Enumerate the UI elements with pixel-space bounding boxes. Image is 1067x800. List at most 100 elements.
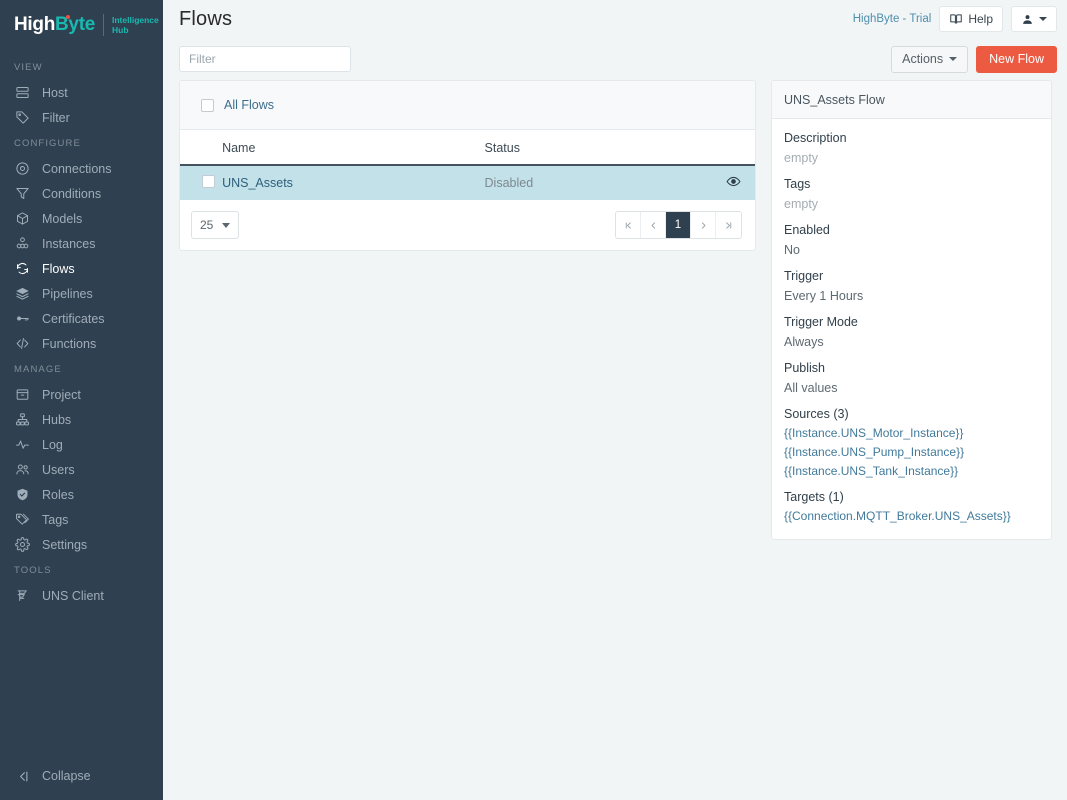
page-title: Flows xyxy=(179,7,233,30)
row-checkbox[interactable] xyxy=(202,175,215,188)
cube-icon xyxy=(12,211,32,227)
row-status-cell: Disabled xyxy=(485,165,715,200)
sidebar-section-manage: MANAGE xyxy=(14,364,62,375)
sidebar-item-host[interactable]: Host xyxy=(0,80,163,105)
sidebar-item-label: Conditions xyxy=(42,186,102,201)
header-checkbox-cell xyxy=(180,130,223,166)
refresh-icon xyxy=(12,261,32,277)
sidebar-section-configure: CONFIGURE xyxy=(14,138,81,149)
sources-label: Sources (3) xyxy=(784,407,849,421)
source-link[interactable]: {{Instance.UNS_Tank_Instance}} xyxy=(784,464,1039,478)
main-area: Flows HighByte - Trial Help Filter Actio… xyxy=(163,0,1067,800)
users-icon xyxy=(12,462,32,478)
detail-value: Always xyxy=(784,335,824,349)
source-link[interactable]: {{Instance.UNS_Pump_Instance}} xyxy=(784,445,1039,459)
target-link[interactable]: {{Connection.MQTT_Broker.UNS_Assets}} xyxy=(784,509,1039,523)
row-name-cell: UNS_Assets xyxy=(222,165,484,200)
sidebar-item-uns-client[interactable]: UNS Client xyxy=(0,583,163,608)
sidebar-item-label: Filter xyxy=(42,110,70,125)
flow-name-link[interactable]: UNS_Assets xyxy=(222,176,293,190)
pagination-prev-button[interactable] xyxy=(641,212,666,238)
detail-panel-body: Description empty Tags empty Enabled No Trigge… xyxy=(772,119,1051,539)
license-link[interactable]: HighByte - Trial xyxy=(853,13,932,25)
source-link[interactable]: {{Instance.UNS_Motor_Instance}} xyxy=(784,426,1039,440)
column-header-status[interactable]: Status xyxy=(484,130,715,166)
app-root: HighByte Intelligence Hub VIEW Host Filter… xyxy=(0,0,1067,800)
uns-client-icon xyxy=(12,588,32,604)
sidebar-item-label: Models xyxy=(42,211,83,226)
sidebar-item-tags[interactable]: Tags xyxy=(0,507,163,532)
pagination-first-button[interactable] xyxy=(616,212,641,238)
sidebar-item-label: Certificates xyxy=(42,311,105,326)
brand-subtitle: Intelligence Hub xyxy=(112,15,159,35)
help-button[interactable]: Help xyxy=(939,6,1003,32)
toolbar: Actions New Flow xyxy=(163,38,1067,80)
detail-label: Enabled xyxy=(784,223,830,237)
brand-subtitle-line1: Intelligence xyxy=(112,15,159,25)
chevron-down-icon xyxy=(1039,17,1047,21)
tags-icon xyxy=(12,512,32,528)
sidebar-item-label: Log xyxy=(42,437,63,452)
sidebar-item-users[interactable]: Users xyxy=(0,457,163,482)
table-row[interactable]: UNS_Assets Disabled xyxy=(180,165,755,200)
sidebar-item-filter[interactable]: Filter xyxy=(0,105,163,130)
select-all-label[interactable]: All Flows xyxy=(224,98,274,112)
detail-value: empty xyxy=(784,151,819,165)
actions-label: Actions xyxy=(902,52,944,66)
brand-divider xyxy=(103,14,104,36)
sidebar-item-functions[interactable]: Functions xyxy=(0,331,163,356)
page-size-select[interactable]: 25 xyxy=(191,211,240,239)
flows-table-card: All Flows Name Status UNS_Assets Disabled xyxy=(179,80,756,251)
sidebar-item-instances[interactable]: Instances xyxy=(0,231,163,256)
collapse-sidebar-button[interactable]: Collapse xyxy=(0,758,163,794)
sidebar-item-label: Roles xyxy=(42,487,74,502)
funnel-icon xyxy=(12,186,32,202)
pagination-page-1[interactable]: 1 xyxy=(666,212,691,238)
sidebar-item-roles[interactable]: Roles xyxy=(0,482,163,507)
sidebar-item-hubs[interactable]: Hubs xyxy=(0,407,163,432)
instances-icon xyxy=(12,236,32,252)
sidebar-item-label: Flows xyxy=(42,261,75,276)
sidebar-item-label: UNS Client xyxy=(42,588,104,603)
sidebar-item-conditions[interactable]: Conditions xyxy=(0,181,163,206)
sidebar-item-flows[interactable]: Flows xyxy=(0,256,163,281)
sidebar-item-pipelines[interactable]: Pipelines xyxy=(0,281,163,306)
user-icon xyxy=(1021,13,1034,26)
flows-table: Name Status UNS_Assets Disabled xyxy=(180,130,755,200)
filter-input[interactable] xyxy=(179,46,351,72)
eye-icon[interactable] xyxy=(726,174,741,192)
sidebar-item-certificates[interactable]: Certificates xyxy=(0,306,163,331)
pagination-next-button[interactable] xyxy=(691,212,716,238)
sidebar-item-label: Functions xyxy=(42,336,97,351)
detail-value: No xyxy=(784,243,800,257)
sidebar-nav: VIEW Host Filter CONFIGURE Connections Condit… xyxy=(0,44,163,758)
collapse-icon xyxy=(12,768,32,784)
detail-label: Description xyxy=(784,131,847,145)
brand-subtitle-line2: Hub xyxy=(112,25,129,35)
actions-button[interactable]: Actions xyxy=(891,45,969,73)
brand-high: High xyxy=(14,14,56,35)
detail-label: Trigger xyxy=(784,269,824,283)
column-header-name[interactable]: Name xyxy=(222,130,485,166)
detail-value: All values xyxy=(784,381,838,395)
user-menu-button[interactable] xyxy=(1011,6,1057,32)
sidebar-item-models[interactable]: Models xyxy=(0,206,163,231)
new-flow-button[interactable]: New Flow xyxy=(976,45,1057,73)
brand-logo[interactable]: HighByte Intelligence Hub xyxy=(0,6,163,44)
collapse-label: Collapse xyxy=(42,769,91,783)
sidebar-item-label: Pipelines xyxy=(42,286,93,301)
sidebar-item-project[interactable]: Project xyxy=(0,382,163,407)
sidebar-item-log[interactable]: Log xyxy=(0,432,163,457)
code-icon xyxy=(12,336,32,352)
chevron-down-icon xyxy=(222,222,231,228)
sidebar-item-settings[interactable]: Settings xyxy=(0,532,163,557)
toolbar-actions: Actions New Flow xyxy=(891,45,1057,73)
detail-value: Every 1 Hours xyxy=(784,289,864,303)
detail-panel-title: UNS_Assets Flow xyxy=(772,81,1051,119)
pagination-last-button[interactable] xyxy=(716,212,741,238)
archive-icon xyxy=(12,387,32,403)
layers-icon xyxy=(12,286,32,302)
select-all-checkbox[interactable] xyxy=(201,98,214,112)
detail-label: Trigger Mode xyxy=(784,315,858,329)
sidebar-item-connections[interactable]: Connections xyxy=(0,156,163,181)
